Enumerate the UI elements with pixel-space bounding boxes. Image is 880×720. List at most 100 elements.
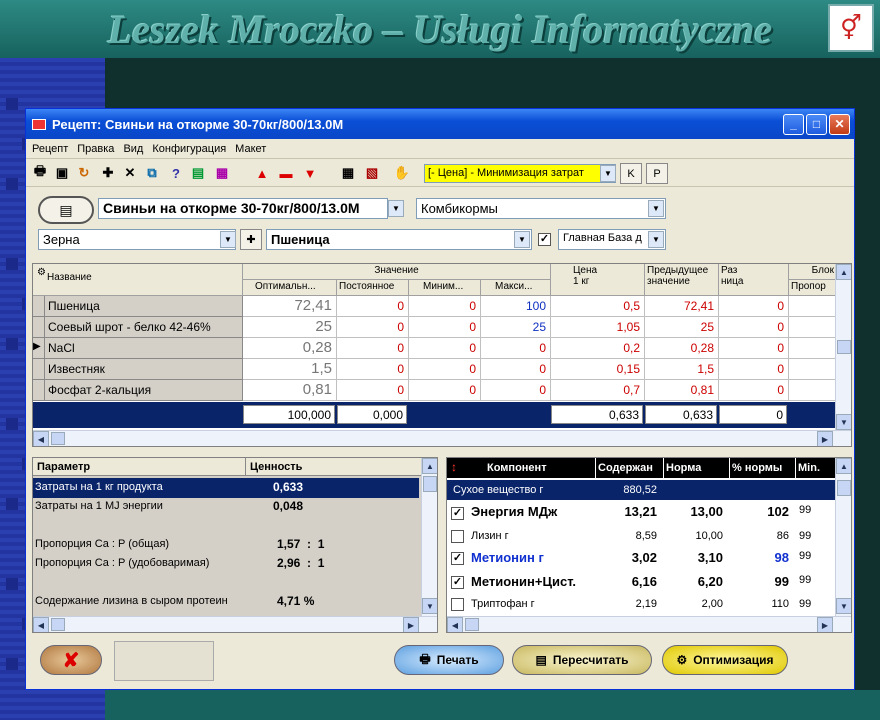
cell-min[interactable]: 0 [409, 296, 481, 317]
cell-min[interactable]: 0 [409, 359, 481, 380]
base-dropdown-icon[interactable]: ▼ [648, 231, 664, 248]
param-label[interactable]: Пропорция Ca : P (удобоваримая) [35, 554, 209, 574]
param-label[interactable]: Затраты на 1 MJ энергии [35, 497, 163, 517]
book-icon[interactable]: ▤ [188, 162, 208, 184]
chart-icon[interactable]: ▦ [212, 162, 232, 184]
header-price[interactable]: Цена 1 кг [551, 264, 645, 296]
nutrient-checkbox[interactable] [451, 529, 464, 543]
cell-min[interactable]: 0 [409, 380, 481, 401]
group-field[interactable]: Зерна [38, 229, 236, 250]
group-dropdown-icon[interactable]: ▼ [220, 231, 236, 248]
nutrient-row[interactable]: ✓ Метионин г 3,02 3,10 98 99 [447, 546, 835, 570]
header-prev[interactable]: Предыдущее значение [645, 264, 719, 296]
scroll-right-icon[interactable]: ▶ [817, 431, 833, 446]
cell-min[interactable]: 0 [409, 338, 481, 359]
header-propor[interactable]: Пропор [789, 280, 837, 296]
cell-const[interactable]: 0 [337, 380, 409, 401]
add-ingredient-button[interactable]: ✚ [240, 229, 262, 250]
close-button[interactable]: ✕ [829, 113, 850, 135]
scroll-up-icon[interactable]: ▲ [836, 458, 851, 474]
k-button[interactable]: K [620, 163, 642, 184]
header-opt[interactable]: Оптимальн... [243, 280, 337, 296]
cell-price[interactable]: 0,15 [551, 359, 645, 380]
print-button[interactable]: 🖶 Печать [394, 645, 504, 675]
header-content[interactable]: Содержан [595, 458, 663, 478]
ingredient-name[interactable]: Соевый шрот - белко 42-46% [45, 317, 243, 338]
cell-prev[interactable]: 72,41 [645, 296, 719, 317]
ingredient-name[interactable]: Пшеница [45, 296, 243, 317]
scroll-down-icon[interactable]: ▼ [836, 598, 851, 614]
question-icon[interactable]: ? [166, 162, 186, 184]
scroll-left-icon[interactable]: ◀ [33, 431, 49, 446]
category-dropdown-icon[interactable]: ▼ [648, 200, 664, 217]
scroll-right-icon[interactable]: ▶ [403, 617, 419, 632]
scroll-up-icon[interactable]: ▲ [422, 458, 437, 474]
cell-max[interactable]: 0 [481, 359, 551, 380]
ingredients-hscroll[interactable]: ◀ ▶ [33, 430, 851, 446]
optimize-button[interactable]: ⚙ Оптимизация [662, 645, 788, 675]
cell-opt[interactable]: 0,28 [243, 338, 337, 359]
cell-opt[interactable]: 0,81 [243, 380, 337, 401]
nutrient-row[interactable]: Сухое вещество г 880,52 [447, 480, 835, 500]
copy-icon[interactable]: ⧉ [142, 162, 162, 184]
menu-item-layout[interactable]: Макет [235, 143, 266, 155]
nutrient-checkbox[interactable] [451, 597, 464, 611]
mode-select[interactable]: [- Цена] - Минимизация затрат [424, 164, 616, 183]
cell-opt[interactable]: 72,41 [243, 296, 337, 317]
header-const[interactable]: Постоянное [337, 280, 409, 296]
cell-min[interactable]: 0 [409, 317, 481, 338]
ingredient-field[interactable]: Пшеница [266, 229, 532, 250]
cell-block[interactable] [789, 359, 837, 380]
header-min[interactable]: Миним... [409, 280, 481, 296]
move-up-icon[interactable]: ▲ [252, 162, 272, 184]
cell-max[interactable]: 0 [481, 380, 551, 401]
hand-icon[interactable]: ✋ [392, 162, 412, 184]
cell-const[interactable]: 0 [337, 338, 409, 359]
cell-max[interactable]: 0 [481, 338, 551, 359]
sort-icon[interactable]: ↕ [451, 460, 457, 474]
refresh-icon[interactable]: ↻ [74, 162, 94, 184]
cell-block[interactable] [789, 296, 837, 317]
header-norm[interactable]: Норма [663, 458, 729, 478]
cell-const[interactable]: 0 [337, 359, 409, 380]
cell-max[interactable]: 100 [481, 296, 551, 317]
settings-icon[interactable]: ⚙ [35, 266, 47, 280]
nutrients-vscroll[interactable]: ▲ ▼ [835, 458, 851, 616]
cell-diff[interactable]: 0 [719, 380, 789, 401]
hscroll-thumb[interactable] [51, 432, 65, 445]
menu-item-config[interactable]: Конфигурация [152, 143, 226, 155]
minimize-button[interactable]: _ [783, 113, 804, 135]
cell-const[interactable]: 0 [337, 317, 409, 338]
print-icon[interactable]: 🖶 [30, 162, 50, 184]
cell-prev[interactable]: 1,5 [645, 359, 719, 380]
cell-price[interactable]: 0,5 [551, 296, 645, 317]
category-field[interactable]: Комбикормы [416, 198, 666, 219]
move-down-icon[interactable]: ▼ [300, 162, 320, 184]
param-label[interactable]: Затраты на 1 кг продукта [35, 478, 163, 498]
scroll-left-icon[interactable]: ◀ [447, 617, 463, 632]
cell-prev[interactable]: 25 [645, 317, 719, 338]
cell-price[interactable]: 0,2 [551, 338, 645, 359]
scroll-left-icon[interactable]: ◀ [33, 617, 49, 632]
cell-max[interactable]: 25 [481, 317, 551, 338]
minus-icon[interactable]: ▬ [276, 162, 296, 184]
nutrient-row[interactable]: ✓ Энергия МДж 13,21 13,00 102 99 [447, 500, 835, 526]
cell-const[interactable]: 0 [337, 296, 409, 317]
menu-item-view[interactable]: Вид [123, 143, 143, 155]
cell-price[interactable]: 1,05 [551, 317, 645, 338]
maximize-button[interactable]: □ [806, 113, 827, 135]
recipe-name-field[interactable]: Свиньи на откорме 30-70кг/800/13.0М [98, 198, 388, 219]
save-icon[interactable]: ▣ [52, 162, 72, 184]
params-hscroll[interactable]: ◀ ▶ [33, 616, 437, 632]
recalculate-button[interactable]: ▤ Пересчитать [512, 645, 652, 675]
ingredient-name[interactable]: Известняк [45, 359, 243, 380]
cell-diff[interactable]: 0 [719, 296, 789, 317]
scroll-thumb[interactable] [423, 476, 437, 492]
nutrients-hscroll[interactable]: ◀ ▶ [447, 616, 851, 632]
scroll-thumb[interactable] [837, 480, 851, 496]
scroll-thumb[interactable] [837, 340, 851, 354]
cell-diff[interactable]: 0 [719, 338, 789, 359]
menu-item-recipe[interactable]: Рецепт [32, 143, 68, 155]
cell-prev[interactable]: 0,81 [645, 380, 719, 401]
title-bar[interactable]: Рецепт: Свиньи на откорме 30-70кг/800/13… [26, 109, 854, 139]
